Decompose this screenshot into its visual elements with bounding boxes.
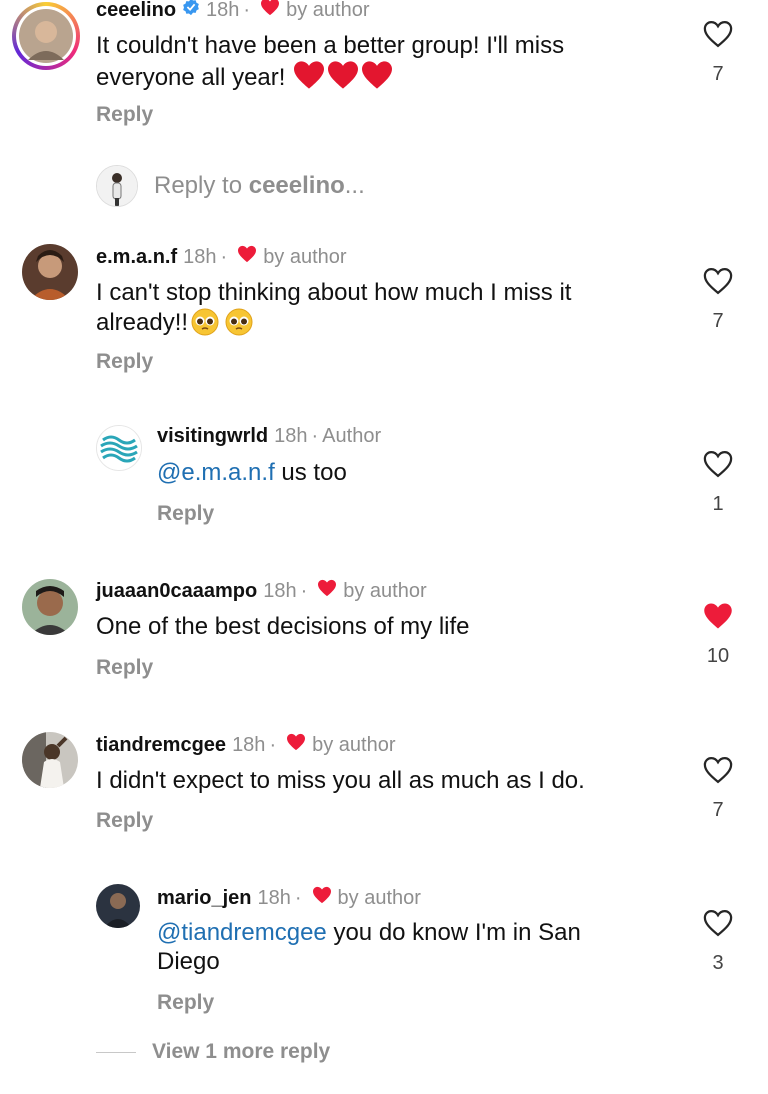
current-user-avatar [96, 165, 138, 207]
timestamp: 18h [232, 733, 266, 756]
red-heart-emoji-icon [292, 60, 394, 97]
reply-button[interactable]: Reply [157, 991, 214, 1015]
heart-outline-icon[interactable] [693, 267, 743, 300]
author-liked-heart-icon [312, 886, 332, 910]
mention-link[interactable]: @tiandremcgee [157, 919, 327, 946]
like-count: 7 [712, 310, 724, 332]
divider [96, 1051, 136, 1053]
avatar[interactable] [22, 579, 78, 635]
like-count: 7 [712, 799, 724, 821]
separator: · [269, 733, 277, 756]
separator: · [243, 0, 251, 21]
like-control: 3 [693, 909, 743, 975]
author-liked-heart-icon [317, 579, 337, 603]
username[interactable]: ceeelino [96, 0, 176, 22]
separator: · [311, 425, 319, 447]
like-control: 7 [693, 756, 743, 822]
comment-text-line-2: already!! [96, 308, 189, 336]
reply-to-placeholder: Reply to ceeelino... [154, 172, 365, 199]
separator: · [220, 245, 228, 268]
heart-filled-icon[interactable] [693, 602, 743, 635]
separator: · [300, 579, 308, 602]
timestamp: 18h [274, 425, 308, 447]
heart-outline-icon[interactable] [693, 20, 743, 53]
like-control: 10 [693, 602, 743, 668]
author-badge: by author [337, 886, 421, 909]
avatar[interactable] [22, 732, 78, 788]
like-control: 1 [693, 450, 743, 516]
comment-text: One of the best decisions of my life [96, 613, 470, 640]
like-count: 10 [706, 645, 730, 667]
like-count: 7 [712, 63, 724, 85]
author-badge: by author [263, 245, 347, 268]
heart-outline-icon[interactable] [693, 909, 743, 942]
mention-link[interactable]: @e.m.a.n.f [157, 459, 275, 486]
reply-button[interactable]: Reply [96, 350, 153, 374]
comment-text-line-1: you do know I'm in San [326, 919, 581, 946]
like-count: 3 [712, 952, 724, 974]
avatar[interactable] [12, 2, 80, 70]
like-count: 1 [712, 493, 724, 515]
view-more-label: View 1 more reply [152, 1040, 331, 1063]
timestamp: 18h [263, 579, 297, 602]
heart-outline-icon[interactable] [693, 450, 743, 483]
avatar[interactable] [96, 884, 140, 928]
reply-button[interactable]: Reply [96, 103, 153, 127]
pleading-face-emoji-icon [190, 307, 254, 337]
reply-button[interactable]: Reply [96, 809, 153, 833]
avatar[interactable] [96, 425, 142, 471]
heart-outline-icon[interactable] [693, 756, 743, 789]
comment-text: I didn't expect to miss you all as much … [96, 767, 585, 794]
username[interactable]: tiandremcgee [96, 734, 226, 757]
author-badge: Author [322, 425, 382, 447]
author-badge: by author [312, 733, 396, 756]
comment-text-line-2: Diego [157, 948, 220, 975]
timestamp: 18h [183, 245, 217, 268]
comment-text: us too [274, 459, 347, 486]
username[interactable]: mario_jen [157, 887, 251, 910]
timestamp: 18h [206, 0, 240, 21]
avatar[interactable] [22, 244, 78, 300]
like-control: 7 [693, 267, 743, 333]
comment-text-line-1: I can't stop thinking about how much I m… [96, 279, 572, 306]
view-more-replies-button[interactable]: View 1 more reply [96, 1040, 330, 1064]
username[interactable]: e.m.a.n.f [96, 246, 177, 269]
timestamp: 18h [257, 886, 291, 909]
author-liked-heart-icon [237, 245, 257, 269]
verified-badge-icon [182, 0, 200, 22]
author-badge: by author [343, 579, 427, 602]
username[interactable]: juaaan0caaampo [96, 580, 257, 603]
reply-button[interactable]: Reply [157, 502, 214, 526]
author-badge: by author [286, 0, 370, 21]
reply-button[interactable]: Reply [96, 656, 153, 680]
username[interactable]: visitingwrld [157, 425, 268, 448]
reply-to-input[interactable]: Reply to ceeelino... [96, 165, 365, 207]
like-control: 7 [693, 20, 743, 86]
separator: · [294, 886, 302, 909]
author-liked-heart-icon [260, 0, 280, 22]
author-liked-heart-icon [286, 733, 306, 757]
